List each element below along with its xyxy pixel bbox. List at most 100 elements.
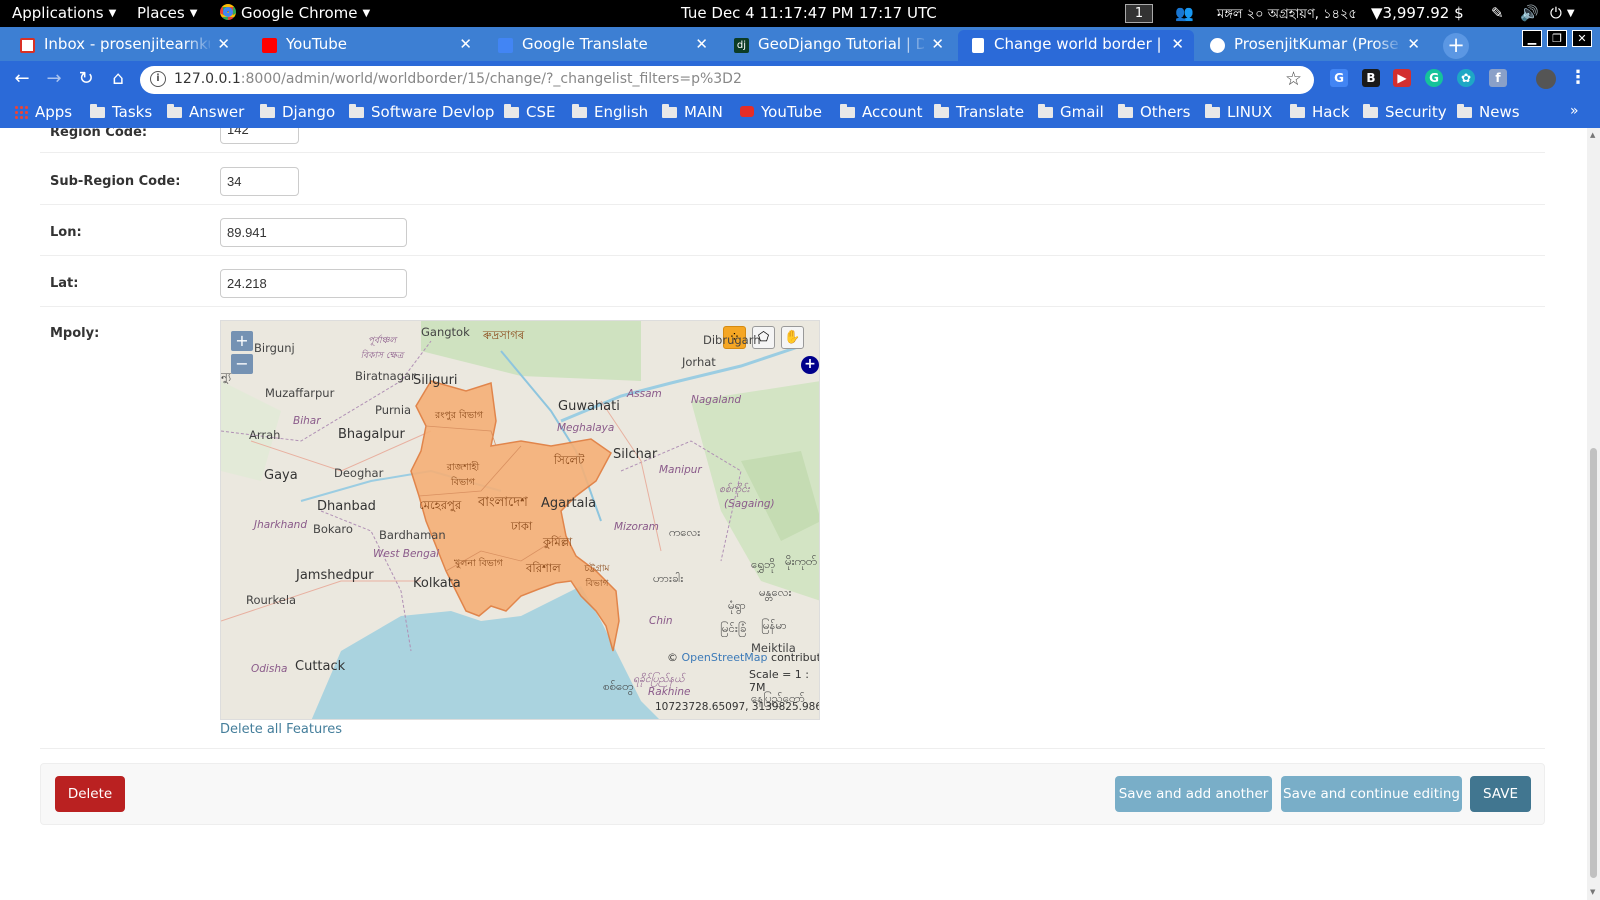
close-tab-icon[interactable]: ✕ xyxy=(217,35,230,53)
scroll-up-arrow-icon[interactable]: ▲ xyxy=(1590,131,1595,139)
translate-extension-icon[interactable]: G xyxy=(1330,69,1348,87)
layer-switcher-plus-icon[interactable]: + xyxy=(801,356,819,374)
map-widget[interactable]: + − ⁘ ⬠ ✋ + Gangtok Birgunj Biratnagar S… xyxy=(220,320,820,720)
bookmark-folder[interactable]: Others xyxy=(1118,103,1190,121)
pen-icon[interactable]: ✎ xyxy=(1491,4,1504,22)
flag-extension-icon[interactable]: ▶ xyxy=(1393,69,1411,87)
scroll-down-arrow-icon[interactable]: ▼ xyxy=(1590,888,1595,896)
map-label: စစ်ကိုင်း xyxy=(719,483,750,495)
places-menu[interactable]: Places ▼ xyxy=(137,4,197,22)
facebook-extension-icon[interactable]: f xyxy=(1489,69,1507,87)
grammarly-icon[interactable]: G xyxy=(1425,69,1443,87)
b-extension-icon[interactable]: B xyxy=(1362,69,1380,87)
power-icon[interactable]: ⏻ ▼ xyxy=(1550,4,1575,22)
map-label: রংপুর বিভাগ xyxy=(435,410,484,421)
map-label: Kolkata xyxy=(413,576,461,591)
map-label: West Bengal xyxy=(373,548,440,560)
folder-icon xyxy=(1205,104,1220,118)
close-window-button[interactable]: ✕ xyxy=(1572,30,1592,47)
map-label: မြင်းခြံ xyxy=(720,621,747,635)
applications-menu[interactable]: Applications ▼ xyxy=(12,4,116,22)
map-label: Bihar xyxy=(293,415,321,427)
apps-grid-icon xyxy=(14,105,28,119)
bookmark-folder[interactable]: News xyxy=(1457,103,1520,121)
bookmark-folder[interactable]: Django xyxy=(260,103,335,121)
close-tab-icon[interactable]: ✕ xyxy=(695,35,708,53)
close-tab-icon[interactable]: ✕ xyxy=(1171,35,1184,53)
home-icon[interactable]: ⌂ xyxy=(106,68,130,89)
bookmark-folder[interactable]: MAIN xyxy=(662,103,723,121)
save-button[interactable]: SAVE xyxy=(1470,776,1531,812)
bookmark-folder[interactable]: Tasks xyxy=(90,103,152,121)
tab-google-translate[interactable]: Google Translate ✕ xyxy=(486,30,718,61)
page-scrollbar[interactable]: ▲ ▼ xyxy=(1587,128,1600,900)
lon-input[interactable] xyxy=(220,218,407,247)
tab-inbox[interactable]: Inbox - prosenjitearnkumar ✕ xyxy=(8,30,240,61)
chrome-app-menu[interactable]: Google Chrome ▼ xyxy=(220,4,370,22)
chrome-menu-icon[interactable]: ⋮ xyxy=(1569,69,1587,87)
tab-youtube[interactable]: YouTube ✕ xyxy=(250,30,482,61)
globe-extension-icon[interactable]: ✿ xyxy=(1457,69,1475,87)
volume-icon[interactable]: 🔊 xyxy=(1520,4,1539,22)
save-and-add-another-button[interactable]: Save and add another xyxy=(1115,776,1272,812)
tab-change-world-border[interactable]: Change world border | Django ✕ xyxy=(958,30,1194,61)
bookmark-star-icon[interactable]: ☆ xyxy=(1285,68,1302,90)
forward-icon[interactable]: → xyxy=(42,68,66,89)
zoom-in-button[interactable]: + xyxy=(231,331,253,351)
map-label: Bokaro xyxy=(313,522,353,536)
bookmark-folder[interactable]: Hack xyxy=(1290,103,1349,121)
map-mouse-coords: 10723728.65097, 3139825.98685 xyxy=(655,701,820,713)
lat-input[interactable] xyxy=(220,269,407,298)
bookmark-folder[interactable]: Gmail xyxy=(1038,103,1104,121)
bookmark-folder[interactable]: CSE xyxy=(504,103,555,121)
lon-row: Lon: xyxy=(40,205,1545,256)
bookmark-folder[interactable]: LINUX xyxy=(1205,103,1272,121)
map-label: Dibrugarh xyxy=(703,333,761,347)
url-text[interactable]: 127.0.0.1:8000/admin/world/worldborder/1… xyxy=(174,71,742,87)
subregion-code-input[interactable] xyxy=(220,167,299,196)
bookmark-folder[interactable]: Translate xyxy=(934,103,1024,121)
scrollbar-thumb[interactable] xyxy=(1590,448,1597,878)
map-label: Jharkhand xyxy=(254,519,307,531)
reload-icon[interactable]: ↻ xyxy=(74,68,98,89)
new-tab-button[interactable]: + xyxy=(1443,33,1469,59)
tab-github[interactable]: ProsenjitKumar (Prosenjit ✕ xyxy=(1198,30,1430,61)
address-bar[interactable]: i 127.0.0.1:8000/admin/world/worldborder… xyxy=(140,66,1314,94)
more-bookmarks-chevron-icon[interactable]: » xyxy=(1570,103,1579,119)
bookmark-apps[interactable]: Apps xyxy=(14,103,72,121)
bookmark-folder[interactable]: Account xyxy=(840,103,923,121)
delete-all-features-link[interactable]: Delete all Features xyxy=(220,722,342,737)
map-label: Cuttack xyxy=(295,659,346,674)
bookmark-folder[interactable]: Security xyxy=(1363,103,1447,121)
close-tab-icon[interactable]: ✕ xyxy=(1407,35,1420,53)
bookmark-folder[interactable]: Software Devlop xyxy=(349,103,494,121)
profile-avatar[interactable] xyxy=(1536,69,1556,89)
folder-icon xyxy=(934,104,949,118)
zoom-out-button[interactable]: − xyxy=(231,354,253,374)
close-tab-icon[interactable]: ✕ xyxy=(459,35,472,53)
region-code-input[interactable] xyxy=(220,128,299,144)
map-label: မန္တလေး xyxy=(759,585,792,599)
close-tab-icon[interactable]: ✕ xyxy=(931,35,944,53)
crypto-balance[interactable]: ▼3,997.92 $ xyxy=(1371,4,1464,22)
map-label: ကလေး xyxy=(669,525,701,539)
tab-geodjango[interactable]: dj GeoDjango Tutorial | Django ✕ xyxy=(722,30,954,61)
delete-button[interactable]: Delete xyxy=(55,776,125,812)
map-label: Bardhaman xyxy=(379,528,446,542)
info-icon[interactable]: i xyxy=(150,71,166,87)
minimize-button[interactable]: ▁ xyxy=(1522,30,1542,47)
clock[interactable]: Tue Dec 4 11:17:47 PM xyxy=(681,4,854,22)
users-icon[interactable]: 👥 xyxy=(1175,4,1194,22)
bookmark-folder[interactable]: English xyxy=(572,103,648,121)
map-label: Birgunj xyxy=(254,341,295,355)
system-top-bar: Applications ▼ Places ▼ Google Chrome ▼ Tue… xyxy=(0,0,1600,27)
bookmark-youtube[interactable]: YouTube xyxy=(740,103,822,121)
workspace-indicator[interactable]: 1 xyxy=(1125,4,1153,23)
save-and-continue-button[interactable]: Save and continue editing xyxy=(1281,776,1462,812)
bookmark-folder[interactable]: Answer xyxy=(167,103,244,121)
back-icon[interactable]: ← xyxy=(10,68,34,89)
lat-label: Lat: xyxy=(50,276,79,291)
restore-button[interactable]: ❐ xyxy=(1547,30,1567,47)
osm-link[interactable]: OpenStreetMap xyxy=(682,651,768,664)
pan-hand-tool-icon[interactable]: ✋ xyxy=(781,326,804,349)
